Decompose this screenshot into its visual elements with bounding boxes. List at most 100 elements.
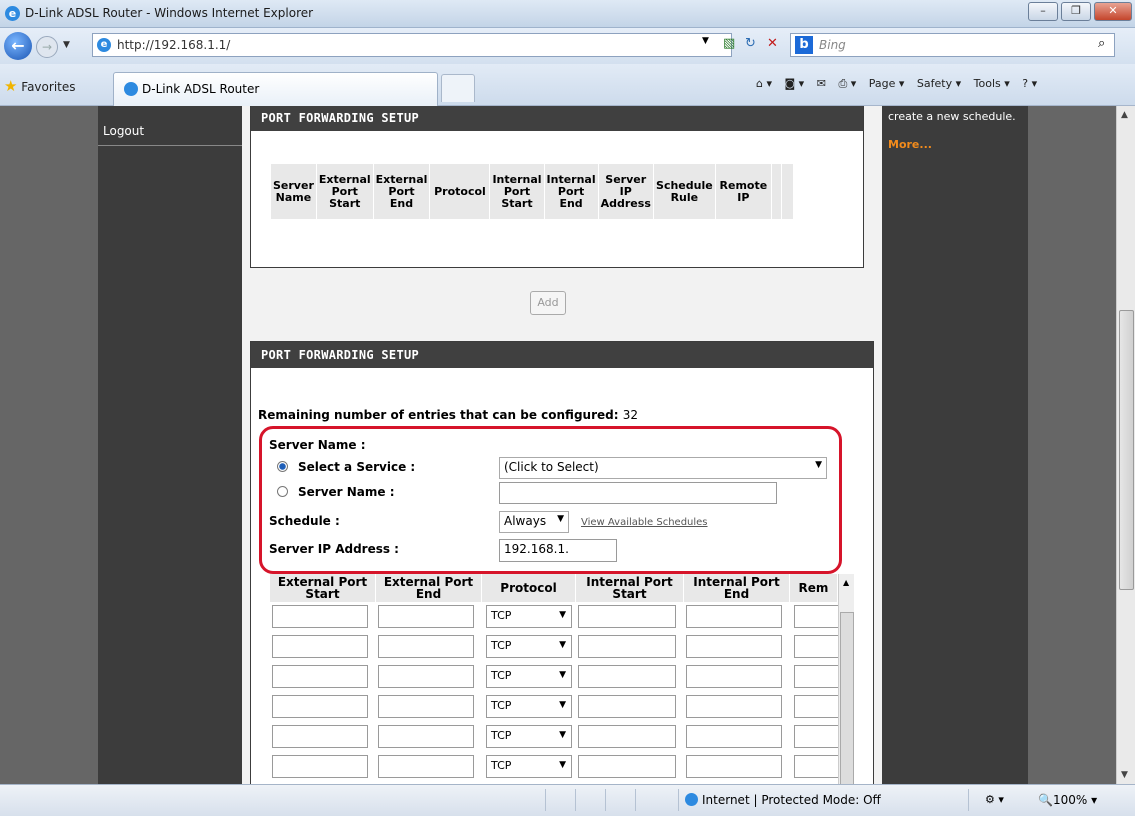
schedule-label: Schedule : <box>269 514 340 528</box>
more-link[interactable]: More... <box>888 138 932 151</box>
protocol-select[interactable]: TCP ▼ <box>486 605 572 628</box>
remaining-value: 32 <box>622 408 638 422</box>
tab-label: D-Link ADSL Router <box>142 82 260 96</box>
scroll-down-icon[interactable]: ▼ <box>1121 770 1128 780</box>
close-button[interactable]: ✕ <box>1094 2 1132 21</box>
help-icon[interactable]: ? ▾ <box>1022 77 1037 90</box>
ext-end-input[interactable] <box>378 755 474 778</box>
col-remote-ip: Remote IP <box>714 163 772 220</box>
ext-start-input[interactable] <box>272 665 368 688</box>
address-dropdown-icon[interactable]: ▼ <box>702 36 709 46</box>
print-icon[interactable]: ⎙ ▾ <box>838 77 856 90</box>
int-end-input[interactable] <box>686 665 782 688</box>
int-end-input[interactable] <box>686 725 782 748</box>
search-icon[interactable]: ⌕ <box>1098 36 1105 51</box>
ext-start-input[interactable] <box>272 725 368 748</box>
remote-input[interactable] <box>794 605 838 628</box>
security-zone[interactable]: Internet | Protected Mode: Off <box>685 793 881 807</box>
scroll-up-icon[interactable]: ▲ <box>1121 110 1128 120</box>
grid-scroll-thumb[interactable] <box>840 612 854 784</box>
protocol-select[interactable]: TCP ▼ <box>486 755 572 778</box>
compatibility-icon[interactable]: ▧ <box>723 36 735 51</box>
col-server-name: Server Name <box>270 163 317 220</box>
protocol-select[interactable]: TCP ▼ <box>486 725 572 748</box>
page-scrollbar[interactable]: ▲ ▼ <box>1116 106 1135 784</box>
protocol-value: TCP <box>491 609 512 622</box>
ext-start-input[interactable] <box>272 635 368 658</box>
zoom-control[interactable]: 🔍100% ▾ <box>1038 793 1097 807</box>
maximize-button[interactable]: ❐ <box>1061 2 1091 21</box>
int-end-input[interactable] <box>686 605 782 628</box>
status-divider <box>635 789 636 811</box>
grid-col-protocol: Protocol <box>482 574 576 602</box>
int-end-input[interactable] <box>686 695 782 718</box>
favorites-button[interactable]: ★ Favorites <box>4 77 76 95</box>
select-service-option[interactable]: Select a Service : <box>277 460 415 474</box>
tools-menu[interactable]: Tools ▾ <box>974 77 1010 90</box>
col-protocol: Protocol <box>429 163 491 220</box>
int-start-input[interactable] <box>578 695 676 718</box>
refresh-icon[interactable]: ↻ <box>745 36 756 51</box>
ext-end-input[interactable] <box>378 605 474 628</box>
remote-input[interactable] <box>794 725 838 748</box>
protocol-select[interactable]: TCP ▼ <box>486 635 572 658</box>
window-title: D-Link ADSL Router - Windows Internet Ex… <box>25 6 314 20</box>
server-name-radio[interactable] <box>277 486 288 497</box>
int-start-input[interactable] <box>578 605 676 628</box>
zone-text: Internet | Protected Mode: Off <box>702 793 881 807</box>
chevron-down-icon: ▼ <box>557 514 564 524</box>
grid-col-int-end: Internal Port End <box>684 574 790 602</box>
int-end-input[interactable] <box>686 755 782 778</box>
int-start-input[interactable] <box>578 665 676 688</box>
int-start-input[interactable] <box>578 755 676 778</box>
safety-menu[interactable]: Safety ▾ <box>917 77 961 90</box>
ext-end-input[interactable] <box>378 665 474 688</box>
server-name-input[interactable] <box>499 482 777 504</box>
ie-logo-icon: e <box>5 6 20 21</box>
new-tab-button[interactable] <box>441 74 475 102</box>
address-bar[interactable]: e http://192.168.1.1/ <box>92 33 732 57</box>
page-menu[interactable]: Page ▾ <box>869 77 905 90</box>
ext-start-input[interactable] <box>272 605 368 628</box>
scroll-up-icon[interactable]: ▲ <box>843 578 849 587</box>
browser-tab[interactable]: D-Link ADSL Router <box>113 72 438 106</box>
chevron-down-icon: ▼ <box>559 670 566 680</box>
add-button[interactable]: Add <box>530 291 566 315</box>
ext-start-input[interactable] <box>272 695 368 718</box>
ext-end-input[interactable] <box>378 725 474 748</box>
ext-end-input[interactable] <box>378 635 474 658</box>
protected-mode-icon[interactable]: ⚙ ▾ <box>985 793 1004 806</box>
forward-button[interactable]: → <box>36 36 58 58</box>
remote-input[interactable] <box>794 695 838 718</box>
minimize-button[interactable]: – <box>1028 2 1058 21</box>
remote-input[interactable] <box>794 635 838 658</box>
server-name-option[interactable]: Server Name : <box>277 485 395 499</box>
feeds-icon[interactable]: ◙ ▾ <box>785 77 805 90</box>
mail-icon[interactable]: ✉ <box>817 77 826 90</box>
back-button[interactable]: ← <box>4 32 32 60</box>
stop-icon[interactable]: ✕ <box>767 36 778 51</box>
int-start-input[interactable] <box>578 725 676 748</box>
protocol-select[interactable]: TCP ▼ <box>486 665 572 688</box>
ext-start-input[interactable] <box>272 755 368 778</box>
protocol-value: TCP <box>491 759 512 772</box>
search-box[interactable]: b Bing <box>790 33 1115 57</box>
int-end-input[interactable] <box>686 635 782 658</box>
remote-input[interactable] <box>794 665 838 688</box>
protocol-select[interactable]: TCP ▼ <box>486 695 572 718</box>
grid-scrollbar[interactable]: ▲ <box>838 574 854 784</box>
home-icon[interactable]: ⌂ ▾ <box>756 77 772 90</box>
logout-link[interactable]: Logout <box>98 118 242 146</box>
page-scroll-thumb[interactable] <box>1119 310 1134 590</box>
service-select[interactable]: (Click to Select) ▼ <box>499 457 827 479</box>
history-dropdown-icon[interactable]: ▼ <box>63 40 70 50</box>
view-schedules-link[interactable]: View Available Schedules <box>581 517 708 528</box>
schedule-select[interactable]: Always ▼ <box>499 511 569 533</box>
chevron-down-icon: ▼ <box>559 610 566 620</box>
ext-end-input[interactable] <box>378 695 474 718</box>
int-start-input[interactable] <box>578 635 676 658</box>
select-service-radio[interactable] <box>277 461 288 472</box>
remote-input[interactable] <box>794 755 838 778</box>
zoom-value: 100% <box>1052 793 1088 807</box>
server-ip-input[interactable]: 192.168.1. <box>499 539 617 562</box>
